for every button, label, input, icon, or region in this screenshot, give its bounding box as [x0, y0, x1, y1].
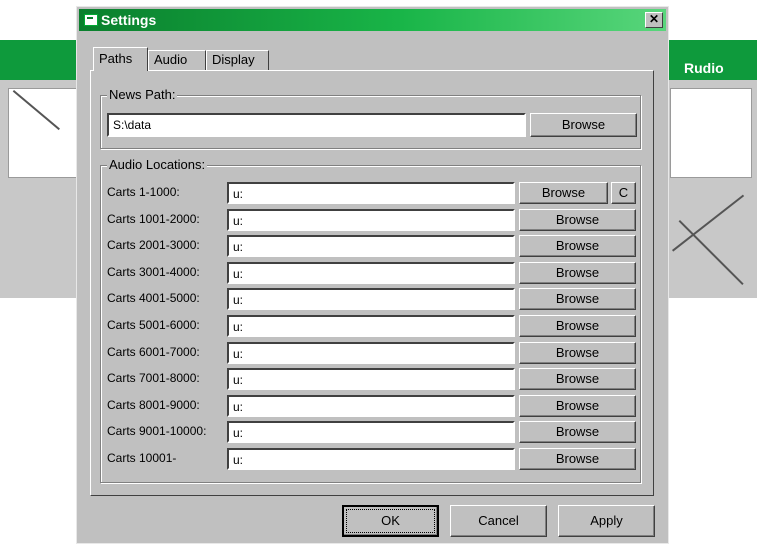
audio-location-field[interactable]: u:: [227, 288, 515, 310]
news-path-legend: News Path:: [107, 87, 178, 102]
audio-location-label: Carts 2001-3000:: [107, 238, 200, 252]
audio-location-browse-button[interactable]: Browse: [519, 315, 636, 337]
tab-paths[interactable]: Paths: [93, 47, 148, 71]
audio-location-label: Carts 9001-10000:: [107, 424, 207, 438]
audio-location-browse-button[interactable]: Browse: [519, 182, 608, 204]
news-path-field[interactable]: S:\data: [107, 113, 526, 137]
background-right-pane: [670, 88, 752, 178]
audio-location-browse-button[interactable]: Browse: [519, 421, 636, 443]
audio-location-field[interactable]: u:: [227, 368, 515, 390]
settings-dialog: Settings ✕ Paths Audio Display News Path…: [76, 6, 669, 544]
audio-location-field[interactable]: u:: [227, 315, 515, 337]
audio-location-field[interactable]: u:: [227, 182, 515, 204]
audio-locations-group: Audio Locations: Carts 1-1000: u: Browse C C…: [100, 157, 641, 483]
audio-location-browse-button[interactable]: Browse: [519, 448, 636, 470]
audio-location-browse-button[interactable]: Browse: [519, 288, 636, 310]
background-diagonal-line: [678, 220, 744, 286]
audio-location-browse-button[interactable]: Browse: [519, 368, 636, 390]
audio-locations-legend: Audio Locations:: [107, 157, 208, 172]
audio-location-label: Carts 1001-2000:: [107, 212, 200, 226]
background-window-title: Rudio: [684, 60, 724, 76]
audio-location-field[interactable]: u:: [227, 342, 515, 364]
audio-location-field[interactable]: u:: [227, 235, 515, 257]
audio-location-browse-button[interactable]: Browse: [519, 209, 636, 231]
audio-location-field[interactable]: u:: [227, 262, 515, 284]
audio-location-browse-button[interactable]: Browse: [519, 342, 636, 364]
audio-location-label: Carts 6001-7000:: [107, 345, 200, 359]
clear-c-button[interactable]: C: [611, 182, 636, 204]
app-icon: [84, 14, 98, 26]
tab-audio[interactable]: Audio: [148, 50, 206, 70]
audio-location-field[interactable]: u:: [227, 421, 515, 443]
audio-location-label: Carts 4001-5000:: [107, 291, 200, 305]
close-icon[interactable]: ✕: [645, 12, 663, 28]
audio-location-label: Carts 7001-8000:: [107, 371, 200, 385]
news-path-browse-button[interactable]: Browse: [530, 113, 637, 137]
tab-display[interactable]: Display: [206, 50, 269, 70]
paths-tab-panel: News Path: S:\data Browse Audio Location…: [90, 70, 654, 496]
dialog-titlebar[interactable]: Settings ✕: [79, 9, 666, 31]
audio-location-browse-button[interactable]: Browse: [519, 395, 636, 417]
audio-location-label: Carts 5001-6000:: [107, 318, 200, 332]
audio-location-field[interactable]: u:: [227, 395, 515, 417]
audio-location-label: Carts 3001-4000:: [107, 265, 200, 279]
audio-location-browse-button[interactable]: Browse: [519, 235, 636, 257]
news-path-group: News Path: S:\data Browse: [100, 87, 641, 149]
audio-location-field[interactable]: u:: [227, 448, 515, 470]
audio-location-field[interactable]: u:: [227, 209, 515, 231]
cancel-button[interactable]: Cancel: [450, 505, 547, 537]
audio-location-label: Carts 10001-: [107, 451, 177, 465]
audio-location-label: Carts 1-1000:: [107, 185, 180, 199]
ok-button[interactable]: OK: [342, 505, 439, 537]
apply-button[interactable]: Apply: [558, 505, 655, 537]
dialog-title: Settings: [101, 12, 157, 28]
audio-location-browse-button[interactable]: Browse: [519, 262, 636, 284]
background-left-pane: [8, 88, 78, 178]
audio-location-label: Carts 8001-9000:: [107, 398, 200, 412]
